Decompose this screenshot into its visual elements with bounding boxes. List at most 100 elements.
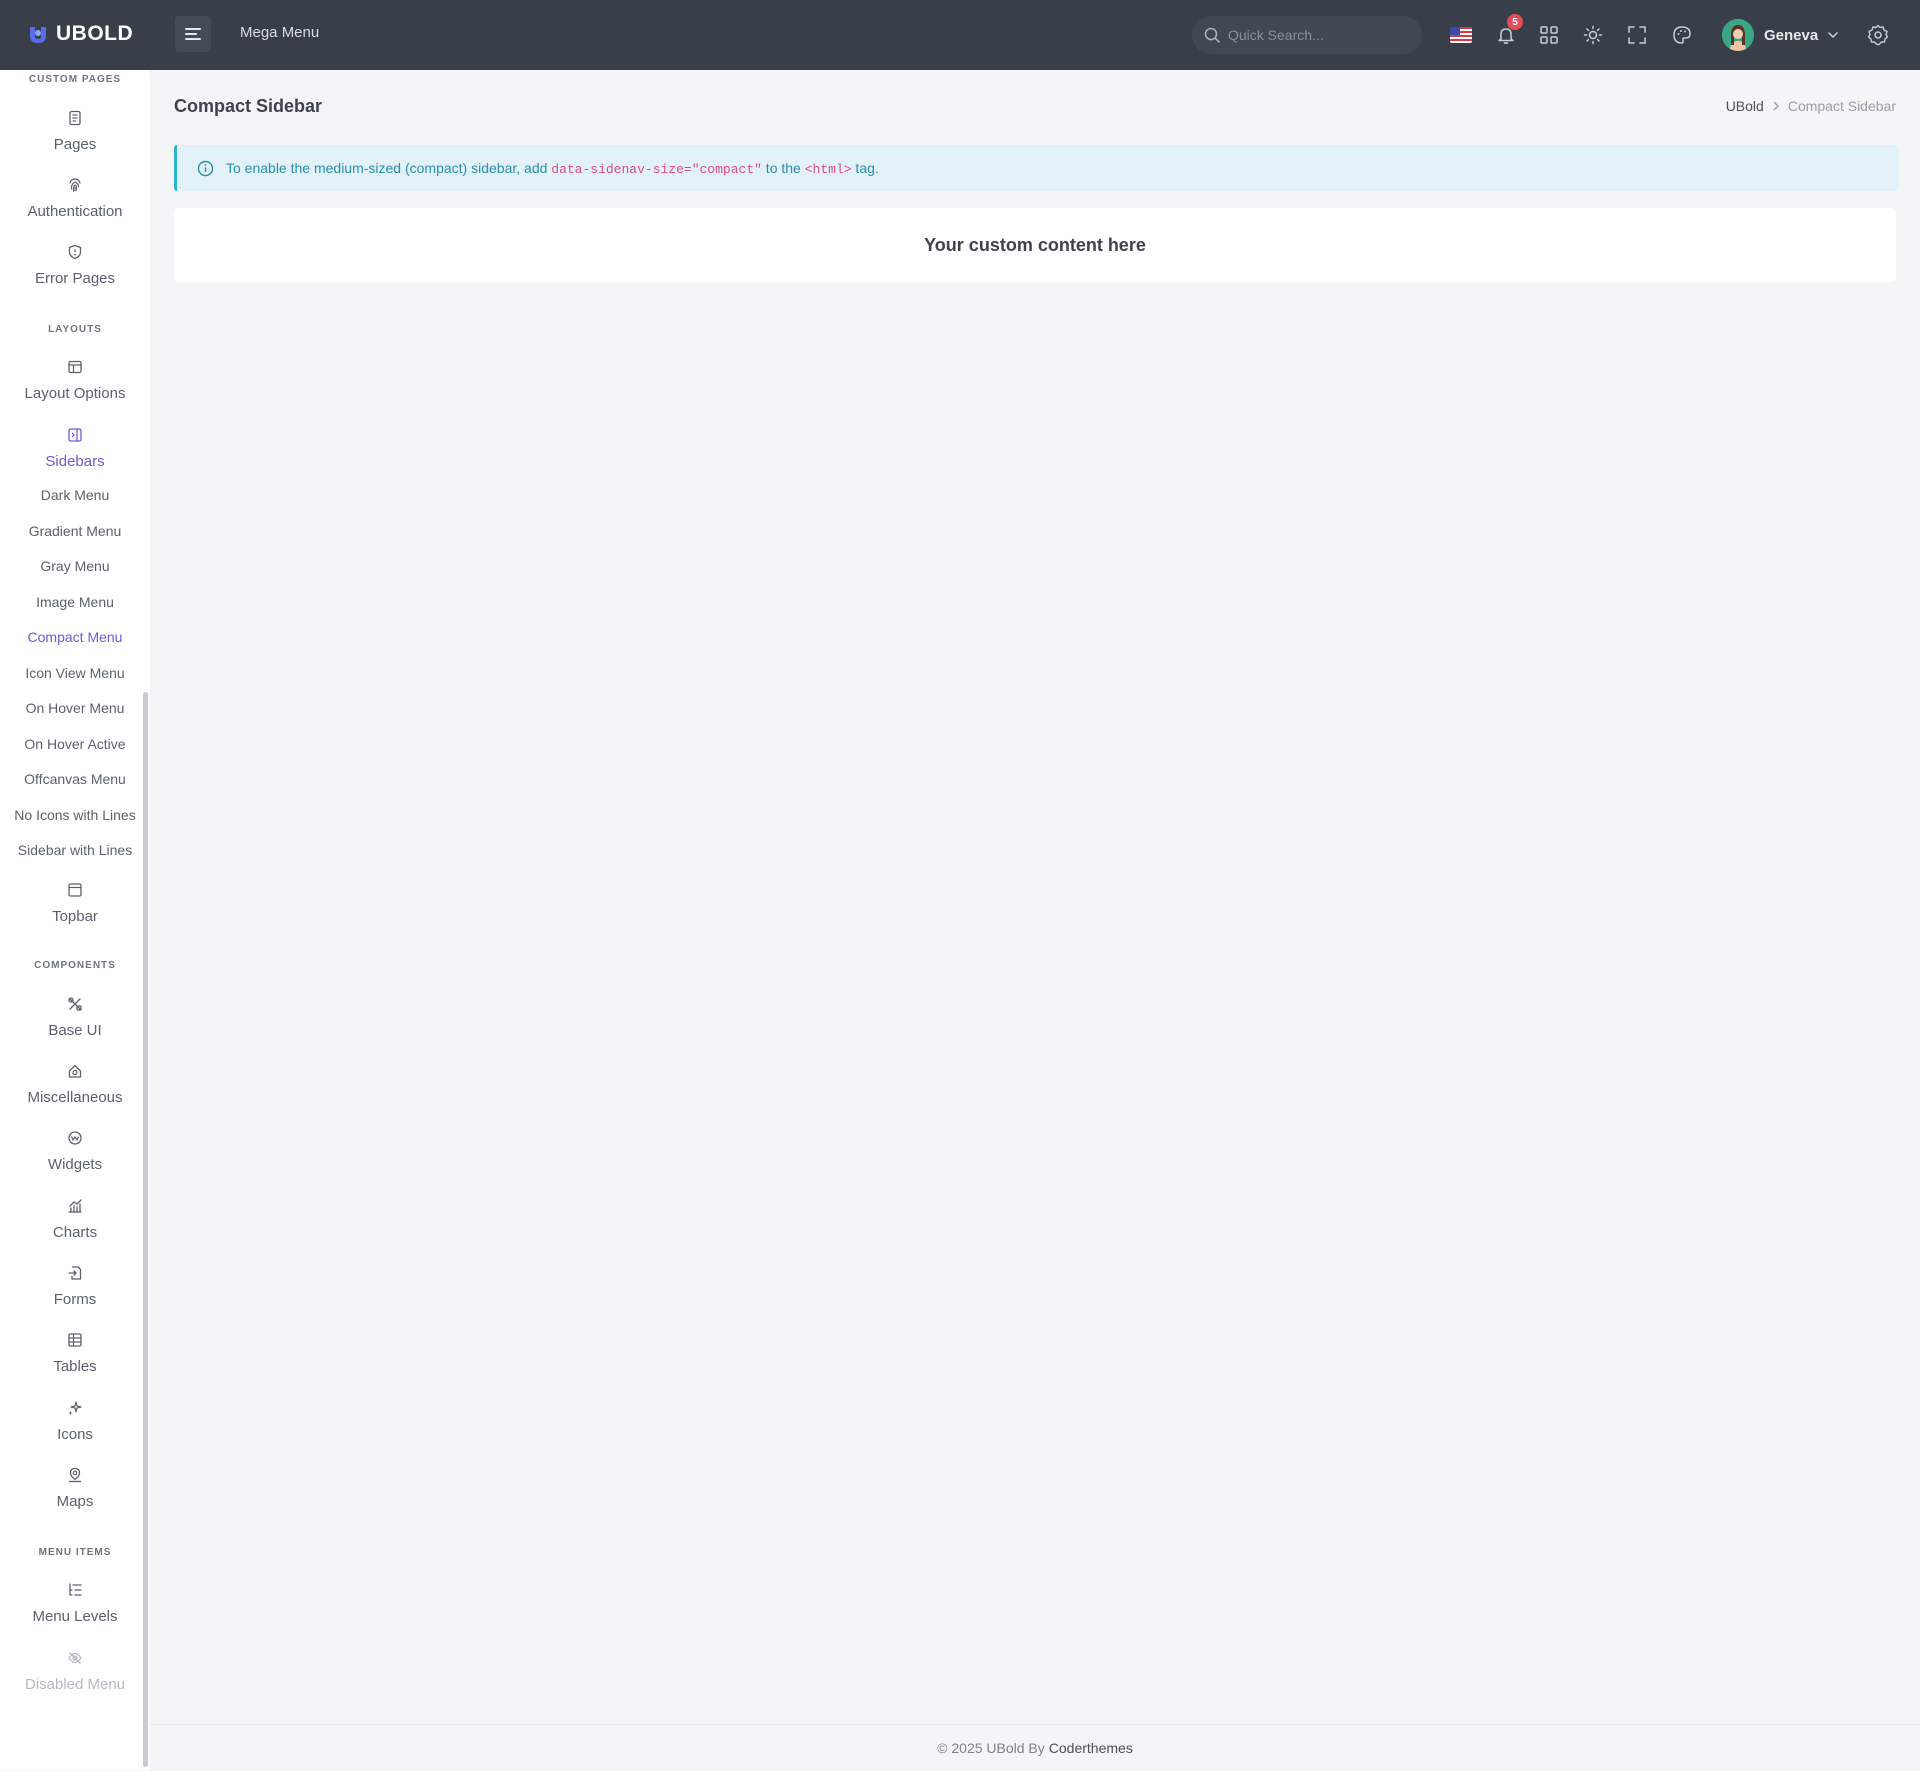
sidebar-subitem-offcanvas-menu[interactable]: Offcanvas Menu [0, 771, 150, 787]
sidebar-item-label: Pages [53, 136, 97, 153]
map-pin-icon [69, 1467, 81, 1483]
sidebar-item-label: Icons [57, 1426, 93, 1443]
footer-text: © 2025 UBold By [937, 1740, 1045, 1756]
file-import-icon [68, 1266, 82, 1280]
brand-name: UBOLD [56, 22, 134, 45]
footer: © 2025 UBold By Coderthemes [150, 1724, 1920, 1771]
avatar [1722, 19, 1754, 51]
sidebar-toggle-button[interactable] [175, 16, 211, 52]
sidebar-item-maps[interactable]: Maps [0, 1467, 150, 1510]
sidebar-item-label: Layout Options [24, 385, 126, 402]
alert-text-mid: to the [761, 159, 805, 176]
sidebar-item-icons[interactable]: Icons [0, 1400, 150, 1443]
sidebar-item-layout-options[interactable]: Layout Options [0, 359, 150, 402]
sidebar-item-label: Forms [53, 1291, 97, 1308]
sidebar-subitem-no-icons-with-lines[interactable]: No Icons with Lines [0, 807, 150, 823]
section-title-menu-items: Menu Items [38, 1547, 112, 1558]
menu-icon [185, 28, 201, 40]
section-title-layouts: Layouts [48, 324, 102, 335]
sidebar: Custom Pages Pages Authentication Error … [0, 70, 150, 1770]
notification-badge: 5 [1507, 14, 1523, 30]
breadcrumb-home-link[interactable]: UBold [1726, 98, 1764, 114]
sidebar-scrollbar[interactable] [143, 692, 148, 1767]
user-name: Geneva [1764, 26, 1819, 44]
sidebar-item-label: Miscellaneous [27, 1089, 123, 1106]
sidebar-item-label: Widgets [47, 1156, 103, 1173]
flag-us-icon[interactable] [1449, 23, 1473, 47]
fullscreen-icon[interactable] [1625, 23, 1649, 47]
breadcrumb: UBold Compact Sidebar [1726, 98, 1896, 114]
alert-text-post: tag. [851, 159, 879, 176]
globe-icon [68, 1131, 82, 1145]
sidebar-item-label: Authentication [27, 203, 123, 220]
tools-icon [68, 997, 82, 1011]
sidebar-item-charts[interactable]: Charts [0, 1198, 150, 1241]
alert-text-pre: To enable the medium-sized (compact) sid… [226, 159, 552, 176]
home-settings-icon [68, 1064, 82, 1078]
mega-menu-link[interactable]: Mega Menu [240, 24, 319, 41]
section-title-custom-pages: Custom Pages [28, 74, 122, 85]
alert-code-tag: <html> [804, 161, 852, 177]
sidebar-item-authentication[interactable]: Authentication [0, 177, 150, 220]
topbar: UBOLD Mega Menu 5 [0, 0, 1920, 70]
sidebar-item-tables[interactable]: Tables [0, 1332, 150, 1375]
sidebar-item-sidebars[interactable]: Sidebars [0, 427, 150, 470]
sidebar-subitem-dark-menu[interactable]: Dark Menu [0, 487, 150, 503]
content-card: Your custom content here [174, 208, 1896, 282]
sidebar-item-disabled-menu: Disabled Menu [0, 1650, 150, 1693]
sidebar-item-label: Menu Levels [32, 1608, 118, 1625]
sidebar-subitem-on-hover-menu[interactable]: On Hover Menu [0, 700, 150, 716]
page-title: Compact Sidebar [174, 96, 323, 116]
sidebar-item-pages[interactable]: Pages [0, 110, 150, 153]
sidebar-item-miscellaneous[interactable]: Miscellaneous [0, 1063, 150, 1106]
layout-icon [68, 360, 82, 374]
alert-message: To enable the medium-sized (compact) sid… [226, 160, 879, 177]
settings-gear-icon[interactable] [1866, 23, 1890, 47]
sidebar-subitem-compact-menu[interactable]: Compact Menu [0, 629, 150, 645]
sidebar-item-label: Sidebars [45, 453, 105, 470]
sidebar-item-widgets[interactable]: Widgets [0, 1130, 150, 1173]
logo[interactable]: UBOLD [28, 22, 133, 46]
window-icon [68, 883, 82, 897]
section-title-components: Components [34, 960, 116, 971]
search-box[interactable] [1192, 16, 1422, 54]
alert-code-attribute: data-sidenav-size="compact" [551, 161, 762, 177]
chevron-down-icon [1828, 32, 1838, 38]
user-menu[interactable]: Geneva [1722, 19, 1838, 51]
sidebar-subitem-icon-view-menu[interactable]: Icon View Menu [0, 665, 150, 681]
palette-icon[interactable] [1670, 23, 1694, 47]
sidebar-item-error-pages[interactable]: Error Pages [0, 244, 150, 287]
footer-link-coderthemes[interactable]: Coderthemes [1049, 1740, 1133, 1756]
document-icon [69, 110, 81, 126]
sidebar-subitem-on-hover-active[interactable]: On Hover Active [0, 736, 150, 752]
sidebar-item-label: Base UI [48, 1022, 102, 1039]
sidebar-subitem-gray-menu[interactable]: Gray Menu [0, 558, 150, 574]
chevron-right-icon [1773, 101, 1779, 111]
eye-off-icon [68, 1652, 82, 1664]
fingerprint-icon [69, 178, 81, 192]
sidebar-subitem-sidebar-with-lines[interactable]: Sidebar with Lines [0, 842, 150, 858]
sidebar-item-label: Charts [52, 1224, 98, 1241]
sidebar-item-label: Disabled Menu [24, 1676, 126, 1693]
info-alert: To enable the medium-sized (compact) sid… [174, 145, 1899, 191]
sparkles-icon [68, 1401, 82, 1416]
info-icon [197, 160, 214, 176]
sidebar-subitem-gradient-menu[interactable]: Gradient Menu [0, 523, 150, 539]
sidebar-subitem-image-menu[interactable]: Image Menu [0, 594, 150, 610]
apps-grid-icon[interactable] [1537, 23, 1561, 47]
search-input[interactable] [1226, 26, 1410, 44]
sidebar-item-topbar[interactable]: Topbar [0, 882, 150, 925]
sidebar-item-base-ui[interactable]: Base UI [0, 996, 150, 1039]
sidebar-item-menu-levels[interactable]: Menu Levels [0, 1582, 150, 1625]
sidebar-item-label: Topbar [52, 908, 98, 925]
card-title: Your custom content here [924, 234, 1146, 255]
sun-icon[interactable] [1581, 23, 1605, 47]
sidebar-item-label: Tables [53, 1358, 97, 1375]
table-icon [68, 1333, 82, 1347]
list-tree-icon [69, 1583, 82, 1596]
sidebar-icon [68, 428, 82, 442]
chart-line-icon [68, 1199, 82, 1213]
sidebar-item-label: Maps [56, 1493, 94, 1510]
sidebar-item-forms[interactable]: Forms [0, 1265, 150, 1308]
breadcrumb-current: Compact Sidebar [1787, 98, 1896, 114]
